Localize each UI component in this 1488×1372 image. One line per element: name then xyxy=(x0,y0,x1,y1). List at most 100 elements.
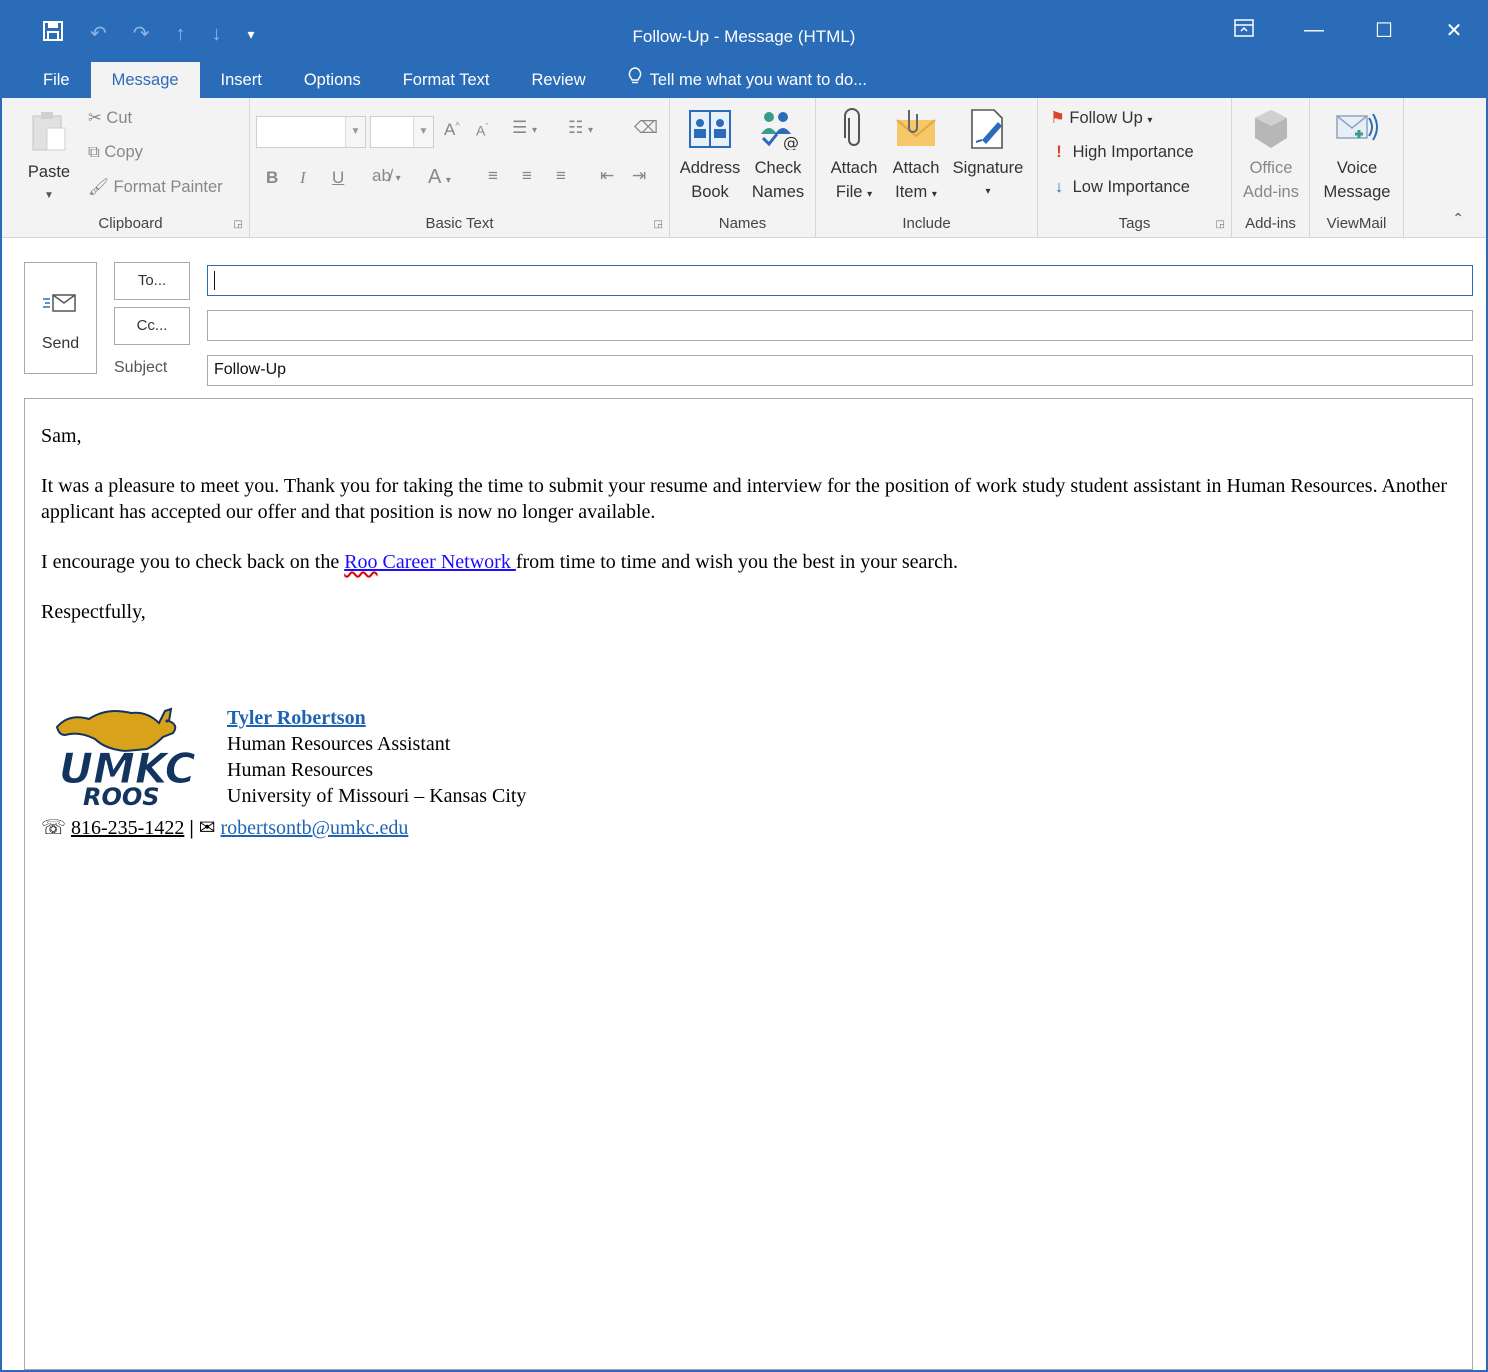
low-importance-label: Low Importance xyxy=(1072,178,1190,196)
flag-icon: ⚑ xyxy=(1050,109,1065,127)
address-book-line2: Book xyxy=(691,183,729,201)
bold-button[interactable]: B xyxy=(266,168,278,188)
decrease-indent-icon[interactable]: ⇤ xyxy=(600,166,614,186)
paste-label: Paste xyxy=(27,163,71,181)
highlight-icon[interactable]: ab̸ ▾ xyxy=(372,166,401,186)
font-name-combo[interactable]: ▼ xyxy=(256,116,366,148)
scissors-icon: ✂ xyxy=(88,109,102,127)
maximize-icon[interactable]: ☐ xyxy=(1372,18,1396,43)
cut-button[interactable]: ✂ Cut xyxy=(88,108,132,128)
tags-dialog-launcher-icon[interactable]: ◲ xyxy=(1216,219,1225,230)
align-center-icon[interactable]: ≡ xyxy=(522,166,532,186)
viewmail-group-label: ViewMail xyxy=(1326,215,1387,232)
tell-me-search[interactable]: Tell me what you want to do... xyxy=(607,62,888,98)
grow-font-icon[interactable]: A^ xyxy=(444,120,460,140)
signature-name-link[interactable]: Tyler Robertson xyxy=(227,705,526,731)
subject-value: Follow-Up xyxy=(214,361,287,378)
attach-item-line1: Attach xyxy=(892,159,940,177)
include-group-label: Include xyxy=(902,215,951,232)
signature-title: Human Resources Assistant xyxy=(227,733,451,755)
tab-file[interactable]: File xyxy=(22,62,91,98)
tab-insert[interactable]: Insert xyxy=(200,62,283,98)
paintbrush-icon: 🖌 xyxy=(88,178,109,196)
send-envelope-icon xyxy=(42,294,76,312)
copy-icon: ⧉ xyxy=(88,143,100,161)
message-body[interactable]: Sam, It was a pleasure to meet you. Than… xyxy=(24,398,1473,1370)
subject-field[interactable]: Follow-Up xyxy=(207,355,1473,386)
bullets-icon[interactable]: ☰ ▾ xyxy=(512,118,537,138)
ribbon-display-options-icon[interactable] xyxy=(1232,18,1256,43)
voice-message-icon xyxy=(1336,113,1378,141)
to-field[interactable] xyxy=(207,265,1473,296)
cc-field[interactable] xyxy=(207,310,1473,341)
body-paragraph-2: I encourage you to check back on the Roo… xyxy=(41,549,1456,575)
addins-group: Office Add-ins Add-ins xyxy=(1232,98,1310,238)
font-color-button[interactable]: A ▾ xyxy=(428,166,451,189)
lightbulb-icon xyxy=(628,62,642,98)
logo-roos-text: ROOS xyxy=(83,783,160,809)
format-painter-button[interactable]: 🖌 Format Painter xyxy=(88,178,223,197)
signature-department: Human Resources xyxy=(227,759,374,781)
envelope-icon: ✉ xyxy=(198,817,216,839)
tags-group-label: Tags xyxy=(1118,215,1151,232)
signature-email-link[interactable]: robertsontb@umkc.edu xyxy=(221,817,409,839)
copy-button[interactable]: ⧉ Copy xyxy=(88,143,143,162)
signature-phone[interactable]: 816-235-1422 xyxy=(71,817,184,839)
attach-item-icon xyxy=(896,110,936,146)
collapse-ribbon-icon[interactable]: ⌃ xyxy=(1452,210,1464,227)
align-left-icon[interactable]: ≡ xyxy=(488,166,498,186)
chevron-down-icon[interactable]: ▼ xyxy=(345,117,365,147)
window-controls: — ☐ ✕ xyxy=(1232,18,1466,43)
window-top-border xyxy=(2,0,1486,8)
office-addins-button[interactable]: Office Add-ins xyxy=(1236,108,1306,204)
high-importance-button[interactable]: ! High Importance xyxy=(1050,143,1193,162)
signature-university: University of Missouri – Kansas City xyxy=(227,785,527,807)
address-book-line1: Address xyxy=(679,159,741,177)
paste-button[interactable]: Paste ▼ xyxy=(18,110,80,201)
attach-item-button[interactable]: Attach Item ▾ xyxy=(886,108,946,207)
low-importance-button[interactable]: ↓ Low Importance xyxy=(1050,178,1190,197)
paste-dropdown-arrow-icon[interactable]: ▼ xyxy=(18,184,80,208)
basic-text-group-label: Basic Text xyxy=(425,215,494,232)
clear-formatting-icon[interactable]: ⌫ xyxy=(634,118,658,138)
office-addins-line2: Add-ins xyxy=(1243,183,1299,201)
viewmail-group: Voice Message ViewMail xyxy=(1310,98,1404,238)
tab-review[interactable]: Review xyxy=(511,62,607,98)
send-label: Send xyxy=(41,335,80,352)
voice-message-button[interactable]: Voice Message xyxy=(1316,108,1398,204)
check-names-button[interactable]: @ Check Names xyxy=(746,108,810,204)
signature-button[interactable]: Signature ▾ xyxy=(948,108,1028,204)
increase-indent-icon[interactable]: ⇥ xyxy=(632,166,646,186)
follow-up-button[interactable]: ⚑ Follow Up ▾ xyxy=(1050,108,1152,128)
basic-text-dialog-launcher-icon[interactable]: ◲ xyxy=(654,219,663,230)
to-button[interactable]: To... xyxy=(114,262,190,300)
roo-career-network-link[interactable]: Roo Career Network xyxy=(344,551,516,573)
signature-text-block: Tyler Robertson Human Resources Assistan… xyxy=(227,705,526,809)
italic-button[interactable]: I xyxy=(300,168,306,188)
chevron-down-icon[interactable]: ▼ xyxy=(413,117,433,147)
attach-file-button[interactable]: Attach File ▾ xyxy=(822,108,886,207)
cc-button[interactable]: Cc... xyxy=(114,307,190,345)
numbering-icon[interactable]: ☷ ▾ xyxy=(568,118,593,138)
font-size-combo[interactable]: ▼ xyxy=(370,116,434,148)
tab-options[interactable]: Options xyxy=(283,62,382,98)
align-right-icon[interactable]: ≡ xyxy=(556,166,566,186)
follow-up-label: Follow Up xyxy=(1069,109,1143,127)
address-book-button[interactable]: Address Book xyxy=(676,108,744,204)
minimize-icon[interactable]: — xyxy=(1302,19,1326,42)
copy-label: Copy xyxy=(104,143,143,161)
send-button[interactable]: Send xyxy=(24,262,97,374)
email-signature: UMKC ROOS Tyler Robertson Human Resource… xyxy=(41,701,1456,841)
clipboard-paste-icon xyxy=(32,112,66,151)
shrink-font-icon[interactable]: Aˇ xyxy=(476,122,488,139)
signature-contact-line: ☏ 816-235-1422 | ✉ robertsontb@umkc.edu xyxy=(41,815,408,841)
paragraph-2-text-after: from time to time and wish you the best … xyxy=(515,551,958,573)
tab-message[interactable]: Message xyxy=(90,62,200,98)
underline-button[interactable]: U xyxy=(332,168,344,188)
paperclip-icon xyxy=(844,108,860,146)
close-icon[interactable]: ✕ xyxy=(1442,18,1466,43)
tab-format-text[interactable]: Format Text xyxy=(382,62,511,98)
signature-dropdown-arrow-icon[interactable]: ▾ xyxy=(948,180,1028,204)
clipboard-dialog-launcher-icon[interactable]: ◲ xyxy=(234,219,243,230)
outlook-message-window: ↶ ↷ ↑ ↓ ▾ Follow-Up - Message (HTML) — ☐… xyxy=(0,0,1488,1372)
